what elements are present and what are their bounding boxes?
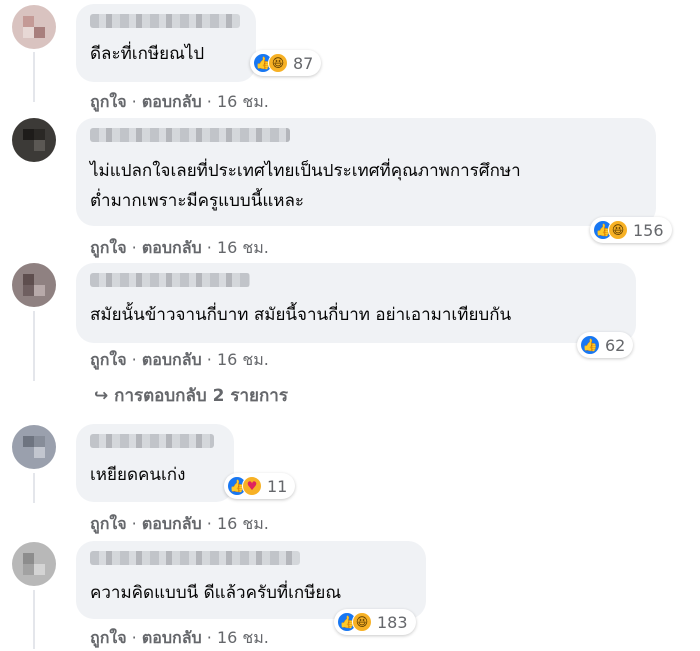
comment-text: สมัยนั้นข้าวจานกี่บาท สมัยนี้จานกี่บาท อ… [90, 305, 512, 325]
thread-line [33, 473, 35, 503]
commenter-name[interactable] [90, 273, 250, 287]
care-icon: ♥ [242, 476, 262, 496]
reaction-count: 183 [377, 612, 408, 632]
like-link[interactable]: ถูกใจ [90, 514, 127, 533]
reply-link[interactable]: ตอบกลับ [142, 92, 202, 111]
like-link[interactable]: ถูกใจ [90, 92, 127, 111]
comment-actions: ถูกใจ · ตอบกลับ · 16 ชม. [90, 236, 269, 261]
timestamp[interactable]: 16 ชม. [217, 514, 269, 533]
timestamp[interactable]: 16 ชม. [217, 628, 269, 647]
comment-bubble: ความคิดแบบนี ดีแล้วครับที่เกษียณ [76, 541, 426, 619]
separator: · [131, 514, 137, 533]
reaction-summary[interactable]: 👍 😆 87 [250, 50, 322, 76]
reaction-count: 156 [633, 220, 664, 240]
thread-line [33, 590, 35, 649]
separator: · [206, 514, 212, 533]
haha-icon: 😆 [268, 53, 288, 73]
like-link[interactable]: ถูกใจ [90, 628, 127, 647]
comment-actions: ถูกใจ · ตอบกลับ · 16 ชม. [90, 626, 269, 651]
commenter-name[interactable] [90, 14, 240, 28]
timestamp[interactable]: 16 ชม. [217, 92, 269, 111]
comment-bubble: ดีละที่เกษียณไป [76, 4, 256, 82]
timestamp[interactable]: 16 ชม. [217, 350, 269, 369]
reaction-count: 11 [267, 476, 288, 496]
comment-actions: ถูกใจ · ตอบกลับ · 16 ชม. [90, 90, 269, 115]
reaction-summary[interactable]: 👍 😆 183 [334, 609, 416, 635]
separator: · [131, 238, 137, 257]
like-icon: 👍 [580, 335, 600, 355]
separator: · [131, 92, 137, 111]
avatar[interactable] [12, 425, 56, 469]
thread-line [33, 52, 35, 102]
view-replies-link[interactable]: ↪ การตอบกลับ 2 รายการ [94, 382, 288, 409]
commenter-name[interactable] [90, 434, 214, 448]
avatar[interactable] [12, 542, 56, 586]
comment-actions: ถูกใจ · ตอบกลับ · 16 ชม. [90, 348, 269, 373]
comment-bubble: เหยียดคนเก่ง [76, 424, 234, 502]
comment-bubble: ไม่แปลกใจเลยที่ประเทศไทยเป็นประเทศที่คุณ… [76, 118, 656, 226]
reaction-summary[interactable]: 👍 ♥ 11 [224, 473, 296, 499]
reply-link[interactable]: ตอบกลับ [142, 238, 202, 257]
comment-bubble: สมัยนั้นข้าวจานกี่บาท สมัยนี้จานกี่บาท อ… [76, 263, 636, 343]
reaction-summary[interactable]: 👍 😆 156 [590, 217, 672, 243]
commenter-name[interactable] [90, 551, 300, 565]
avatar[interactable] [12, 263, 56, 307]
comment-text: ต่ำมากเพราะมีครูแบบนี้แหละ [90, 191, 305, 211]
comment-text: ดีละที่เกษียณไป [90, 44, 205, 64]
separator: · [131, 350, 137, 369]
separator: · [206, 238, 212, 257]
like-link[interactable]: ถูกใจ [90, 238, 127, 257]
comment-text: ไม่แปลกใจเลยที่ประเทศไทยเป็นประเทศที่คุณ… [90, 161, 521, 181]
avatar[interactable] [12, 5, 56, 49]
separator: · [206, 92, 212, 111]
separator: · [131, 628, 137, 647]
avatar[interactable] [12, 118, 56, 162]
haha-icon: 😆 [608, 220, 628, 240]
separator: · [206, 628, 212, 647]
thread-line [33, 311, 35, 381]
reaction-count: 62 [605, 335, 626, 355]
separator: · [206, 350, 212, 369]
reaction-summary[interactable]: 👍 62 [577, 332, 634, 358]
like-link[interactable]: ถูกใจ [90, 350, 127, 369]
reply-link[interactable]: ตอบกลับ [142, 514, 202, 533]
haha-icon: 😆 [352, 612, 372, 632]
reply-link[interactable]: ตอบกลับ [142, 350, 202, 369]
comment-actions: ถูกใจ · ตอบกลับ · 16 ชม. [90, 512, 269, 537]
timestamp[interactable]: 16 ชม. [217, 238, 269, 257]
commenter-name[interactable] [90, 128, 290, 142]
comment-text: เหยียดคนเก่ง [90, 465, 186, 485]
reply-link[interactable]: ตอบกลับ [142, 628, 202, 647]
comment-text: ความคิดแบบนี ดีแล้วครับที่เกษียณ [90, 583, 342, 603]
reaction-count: 87 [293, 53, 314, 73]
